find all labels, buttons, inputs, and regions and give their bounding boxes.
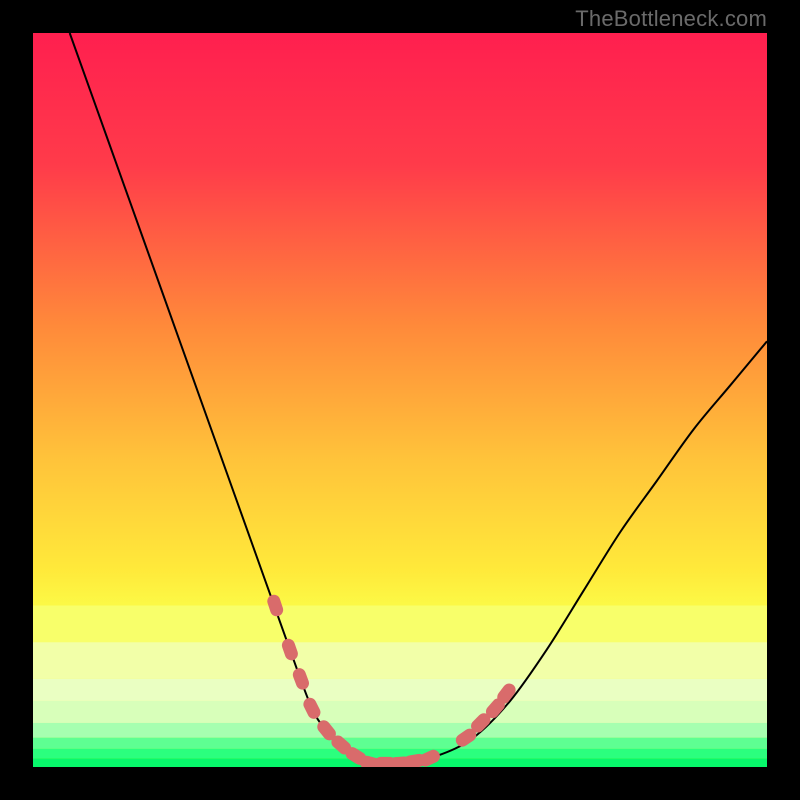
plot-area (33, 33, 767, 767)
band-pale (33, 701, 767, 723)
band-green-1 (33, 738, 767, 749)
band-lime-1 (33, 642, 767, 679)
band-mint (33, 723, 767, 738)
bottom-bands (33, 606, 767, 767)
band-green-2 (33, 749, 767, 759)
chart-frame: TheBottleneck.com (0, 0, 800, 800)
chart-svg (33, 33, 767, 767)
band-lime-2 (33, 679, 767, 701)
watermark-text: TheBottleneck.com (575, 6, 767, 32)
band-lime-top (33, 606, 767, 643)
